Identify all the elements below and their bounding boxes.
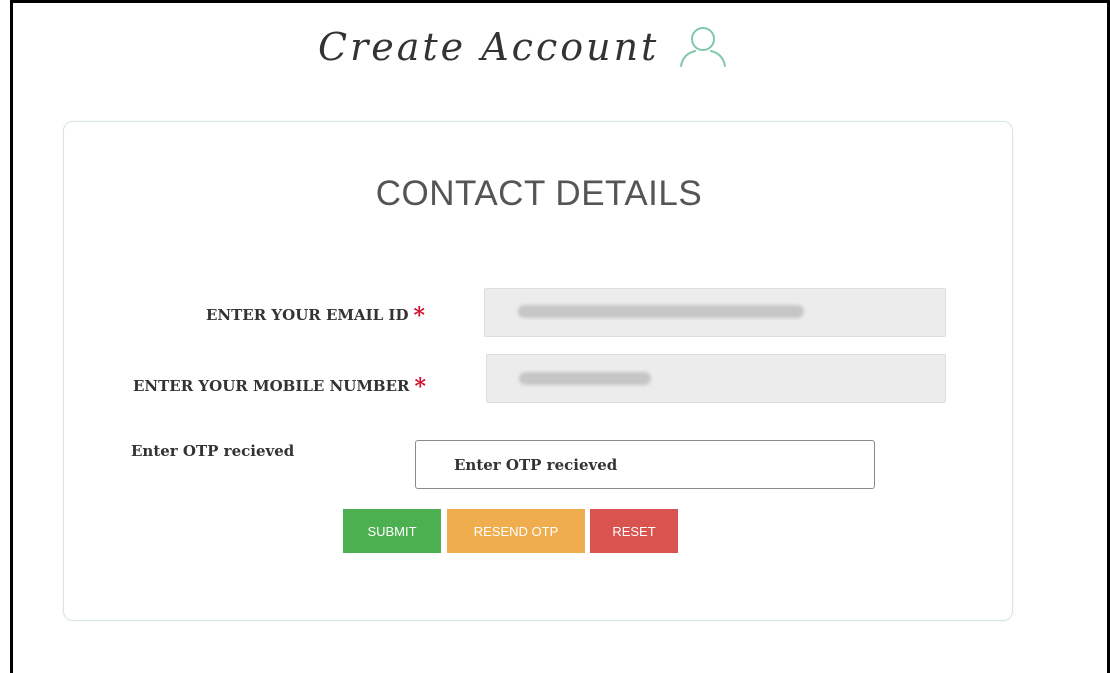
contact-details-card: CONTACT DETAILS ENTER YOUR EMAIL ID * ENT… [63, 121, 1013, 621]
mobile-label-text: ENTER YOUR MOBILE NUMBER [133, 377, 410, 395]
page-title: Create Account [318, 25, 660, 69]
mobile-label: ENTER YOUR MOBILE NUMBER * [133, 371, 427, 400]
reset-button[interactable]: RESET [590, 509, 678, 553]
mobile-field[interactable] [486, 354, 946, 403]
page-heading: Create Account [318, 17, 729, 77]
mobile-required-mark: * [414, 374, 427, 400]
section-title: CONTACT DETAILS [375, 174, 703, 213]
email-required-mark: * [413, 303, 425, 329]
submit-button[interactable]: SUBMIT [343, 509, 441, 553]
email-redacted-value [518, 305, 804, 318]
email-field[interactable] [484, 288, 946, 337]
email-label-text: ENTER YOUR EMAIL ID [206, 306, 409, 324]
user-icon [680, 27, 727, 67]
page-frame: Create Account CONTACT DETAILS ENTER YOU… [10, 0, 1110, 673]
mobile-redacted-value [519, 372, 651, 385]
otp-input[interactable] [415, 440, 875, 489]
email-label: ENTER YOUR EMAIL ID * [206, 300, 425, 329]
resend-otp-button[interactable]: RESEND OTP [447, 509, 585, 553]
otp-label: Enter OTP recieved [131, 442, 295, 460]
